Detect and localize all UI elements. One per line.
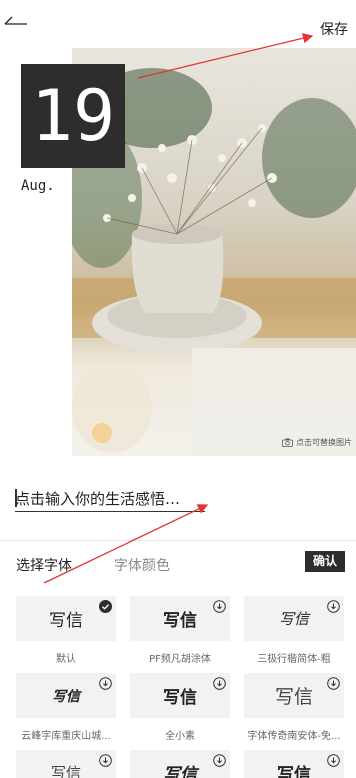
replace-photo-hint[interactable]: 点击可替换图片	[282, 437, 352, 448]
font-option[interactable]: 写信	[130, 750, 230, 778]
font-option[interactable]: 写信 PF频凡胡涂体	[130, 596, 230, 665]
font-name: 云峰字库重庆山城...	[21, 731, 111, 742]
download-icon[interactable]	[213, 754, 226, 767]
font-option[interactable]: 写信 云峰字库重庆山城...	[16, 673, 116, 742]
confirm-button[interactable]: 确认	[304, 551, 345, 572]
font-preview-tile[interactable]: 写信	[244, 596, 344, 641]
font-sample: 写信	[278, 610, 309, 628]
download-icon[interactable]	[213, 677, 226, 690]
font-preview-tile[interactable]: 写信	[130, 673, 230, 718]
save-button[interactable]: 保存	[320, 19, 348, 39]
font-sample: 写信	[163, 688, 197, 708]
font-option[interactable]: 写信 字体传奇南安体-免...	[244, 673, 344, 742]
font-option[interactable]: 写信	[16, 750, 116, 778]
download-icon[interactable]	[327, 754, 340, 767]
tab-font-color[interactable]: 字体颜色	[114, 555, 170, 575]
font-preview-tile[interactable]: 写信	[130, 750, 230, 778]
font-sample: 写信	[163, 765, 197, 778]
font-sample: 写信	[277, 765, 311, 778]
font-preview-tile[interactable]: 写信	[16, 673, 116, 718]
back-arrow-icon[interactable]	[2, 14, 28, 34]
font-option[interactable]: 写信 默认	[16, 596, 116, 665]
download-icon[interactable]	[213, 600, 226, 613]
font-sample: 写信	[163, 611, 197, 631]
download-icon[interactable]	[327, 600, 340, 613]
download-icon[interactable]	[99, 677, 112, 690]
tab-select-font[interactable]: 选择字体	[16, 555, 72, 575]
font-sample: 写信	[274, 686, 313, 708]
checkmark-icon	[99, 600, 112, 613]
font-sample: 写信	[50, 764, 81, 778]
camera-icon	[282, 438, 293, 447]
font-preview-tile[interactable]: 写信	[16, 750, 116, 778]
month-label: Aug.	[21, 178, 55, 194]
day-number: 19	[21, 64, 125, 168]
font-name: 三极行楷简体-粗	[257, 654, 331, 665]
font-preview-tile[interactable]: 写信	[16, 596, 116, 641]
font-option[interactable]: 写信 三极行楷简体-粗	[244, 596, 344, 665]
font-name: 字体传奇南安体-免...	[247, 731, 341, 742]
font-option[interactable]: 写信 全小素	[130, 673, 230, 742]
font-name: 全小素	[165, 731, 195, 742]
divider	[0, 540, 356, 541]
replace-photo-label: 点击可替换图片	[296, 438, 352, 447]
font-name: PF频凡胡涂体	[149, 654, 211, 665]
font-preview-tile[interactable]: 写信	[244, 750, 344, 778]
tab-bar: 选择字体 字体颜色	[16, 555, 170, 575]
life-text-input[interactable]: 点击输入你的生活感悟…	[15, 488, 205, 512]
font-preview-tile[interactable]: 写信	[130, 596, 230, 641]
font-name: 默认	[56, 654, 76, 665]
font-preview-tile[interactable]: 写信	[244, 673, 344, 718]
font-sample: 写信	[49, 611, 83, 631]
font-sample: 写信	[52, 688, 80, 705]
font-option[interactable]: 写信	[244, 750, 344, 778]
download-icon[interactable]	[327, 677, 340, 690]
download-icon[interactable]	[99, 754, 112, 767]
